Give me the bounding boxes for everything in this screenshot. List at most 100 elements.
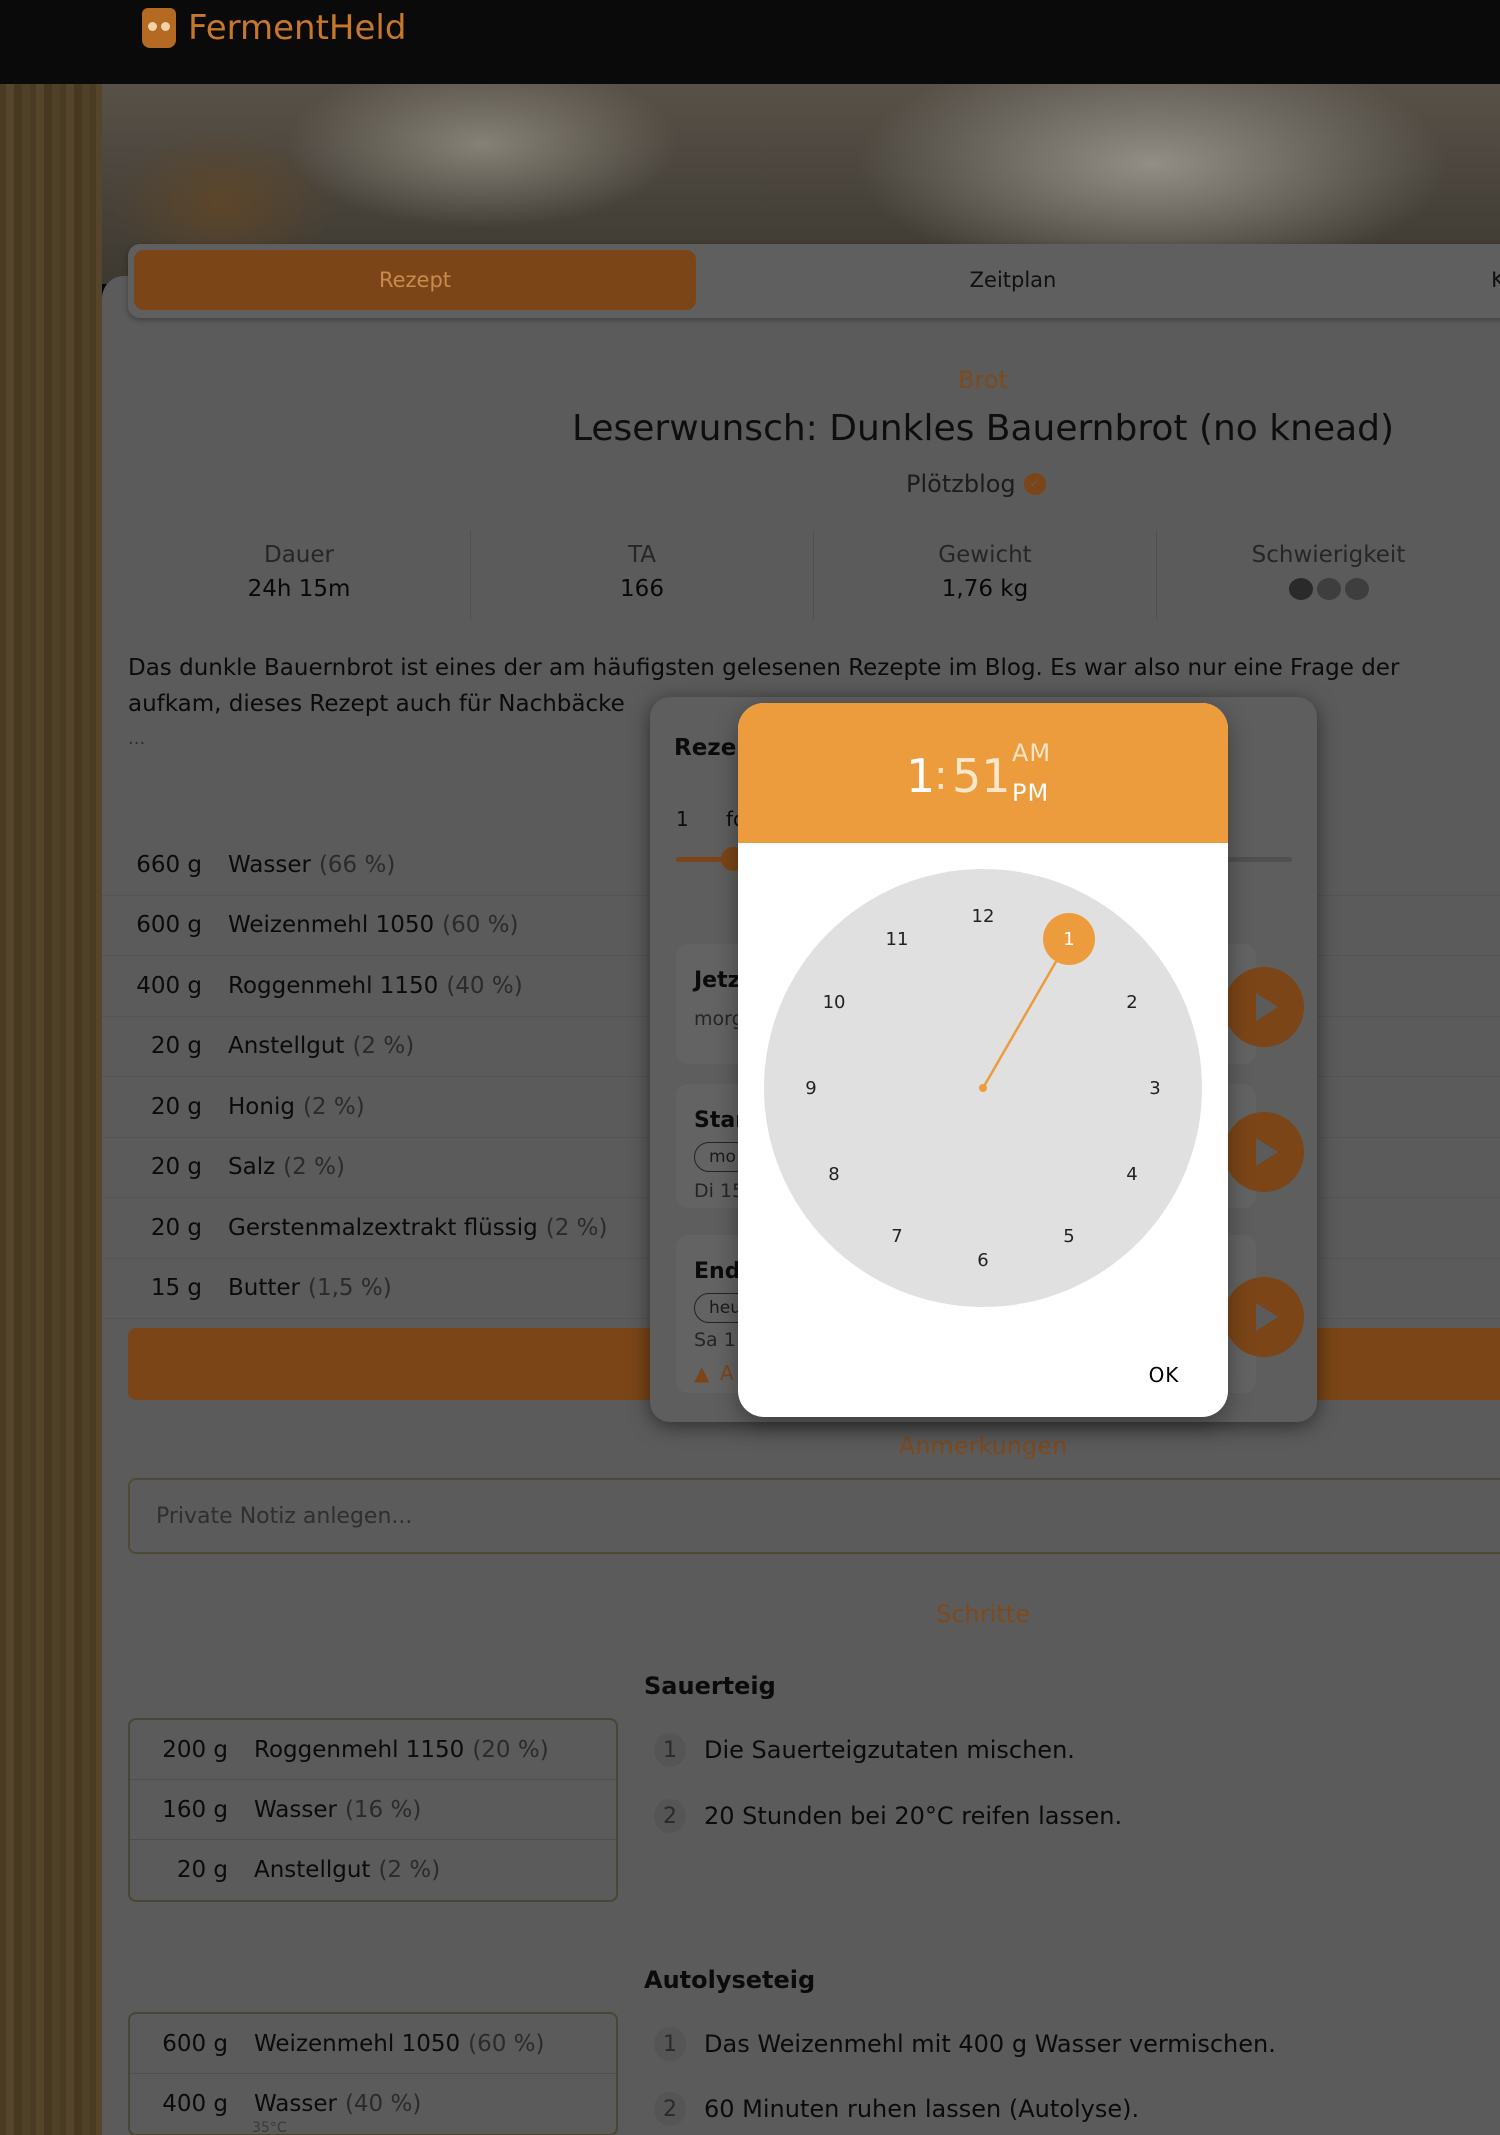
section-ingredient-row: 20 g Anstellgut (2 %) — [130, 1840, 616, 1900]
temperature-note: 35°C — [252, 2120, 287, 2135]
pm-toggle[interactable]: PM — [1012, 779, 1049, 807]
step-item: 1 Das Weizenmehl mit 400 g Wasser vermis… — [654, 2027, 1276, 2061]
ingredient-name: Honig — [228, 1093, 295, 1120]
ingredient-name: Butter — [228, 1275, 300, 1302]
minute-display[interactable]: 51 — [952, 749, 1011, 803]
ingredient-amount: 600 g — [162, 2030, 228, 2057]
section-title: Autolyseteig — [644, 1966, 816, 1994]
difficulty-rating — [1157, 578, 1500, 600]
recipe-title: Leserwunsch: Dunkles Bauernbrot (no knea… — [571, 408, 1395, 449]
author-name: Plötzblog — [906, 470, 1016, 498]
quantity-value: 1 — [676, 807, 689, 831]
step-number: 2 — [654, 1799, 686, 1833]
clock-hour-4[interactable]: 4 — [1112, 1154, 1152, 1194]
stat-label: Dauer — [264, 542, 334, 568]
ingredient-amount: 20 g — [150, 1093, 202, 1120]
clock-hour-2[interactable]: 2 — [1112, 982, 1152, 1022]
recipe-author[interactable]: Plötzblog ✓ — [906, 470, 1046, 498]
stat-value: 1,76 kg — [941, 576, 1029, 602]
play-button[interactable] — [1224, 1277, 1304, 1357]
ingredient-amount: 400 g — [162, 2091, 228, 2117]
recipe-category: Brot — [958, 366, 1008, 394]
ok-button[interactable]: OK — [1134, 1355, 1194, 1395]
ingredient-percentage: (1,5 %) — [308, 1275, 392, 1302]
croissant-icon — [1344, 578, 1369, 600]
ingredient-amount: 20 g — [150, 1214, 202, 1241]
section-ingredient-row: 200 g Roggenmehl 1150 (20 %) — [130, 1720, 616, 1780]
play-button[interactable] — [1224, 967, 1304, 1047]
ingredient-amount: 15 g — [150, 1275, 202, 1302]
clock-hour-3[interactable]: 3 — [1135, 1068, 1175, 1108]
ingredient-amount: 20 g — [176, 1857, 228, 1883]
step-text: 60 Minuten ruhen lassen (Autolyse). — [704, 2095, 1140, 2123]
stat-label: Gewicht — [938, 542, 1032, 568]
app-brand-name: FermentHeld — [188, 8, 407, 48]
clock-hour-1-selected[interactable]: 1 — [1043, 913, 1095, 966]
ingredient-name: Wasser — [254, 1796, 337, 1823]
ingredient-percentage: (40 %) — [344, 2091, 422, 2117]
tab-k[interactable]: K — [1478, 250, 1500, 310]
top-navigation-bar: FermentHeld — [0, 0, 1500, 84]
croissant-icon — [1316, 578, 1341, 600]
clock-hour-7[interactable]: 7 — [877, 1217, 917, 1257]
clock-hour-6[interactable]: 6 — [963, 1240, 1003, 1280]
tab-zeitplan[interactable]: Zeitplan — [828, 250, 1198, 310]
verified-badge-icon: ✓ — [1023, 473, 1046, 495]
section-ingredients: 200 g Roggenmehl 1150 (20 %) 160 g Wasser (16… — [128, 1718, 618, 1902]
clock-hour-8[interactable]: 8 — [814, 1154, 854, 1194]
ingredient-name: Salz — [228, 1154, 276, 1181]
app-logo[interactable]: FermentHeld — [142, 8, 406, 48]
section-ingredient-row: 160 g Wasser (16 %) — [130, 1780, 616, 1840]
stat-label: TA — [628, 542, 656, 568]
croissant-icon — [1288, 578, 1313, 600]
step-number: 1 — [654, 1733, 686, 1767]
ingredient-percentage: (2 %) — [352, 1033, 415, 1060]
clock-hour-9[interactable]: 9 — [791, 1068, 831, 1108]
ingredient-amount: 20 g — [150, 1154, 202, 1181]
step-number: 1 — [654, 2027, 686, 2061]
ingredient-amount: 20 g — [150, 1033, 202, 1060]
hour-display[interactable]: 1 — [906, 749, 935, 803]
ingredient-percentage: (66 %) — [318, 851, 396, 878]
section-ingredient-row: 400 g Wasser (40 %) — [130, 2074, 616, 2134]
clock-hour-10[interactable]: 10 — [814, 982, 854, 1022]
section-ingredient-row: 600 g Weizenmehl 1050 (60 %) — [130, 2014, 616, 2074]
section-ingredients: 600 g Weizenmehl 1050 (60 %) 400 g Wasser (40… — [128, 2012, 618, 2135]
ingredient-percentage: (2 %) — [283, 1154, 345, 1181]
ingredient-name: Roggenmehl 1150 — [228, 972, 439, 999]
ingredient-percentage: (2 %) — [378, 1857, 441, 1883]
clock-dial[interactable]: 12 2 3 4 5 6 7 8 9 10 11 1 — [764, 869, 1202, 1307]
stat-dauer: Dauer 24h 15m — [128, 530, 471, 620]
step-text: 20 Stunden bei 20°C reifen lassen. — [704, 1802, 1123, 1830]
step-number: 2 — [654, 2092, 686, 2126]
stat-ta: TA 166 — [471, 530, 814, 620]
section-title: Sauerteig — [644, 1672, 776, 1700]
option-subtext: morg — [694, 1008, 744, 1030]
recipe-tabs: Rezept Zeitplan K — [128, 244, 1500, 318]
option-subtext: Di 15 — [694, 1180, 745, 1202]
stat-gewicht: Gewicht 1,76 kg — [814, 530, 1157, 620]
ingredient-percentage: (16 %) — [344, 1796, 422, 1823]
step-text: Die Sauerteigzutaten mischen. — [704, 1736, 1075, 1764]
clock-hour-12[interactable]: 12 — [963, 896, 1003, 936]
ingredient-amount: 200 g — [162, 1736, 228, 1763]
description-more[interactable]: ... — [128, 728, 145, 749]
ingredient-name: Weizenmehl 1050 — [254, 2030, 461, 2057]
ingredient-name: Wasser — [228, 851, 311, 878]
clock-center-dot — [979, 1084, 987, 1092]
tab-rezept[interactable]: Rezept — [134, 250, 696, 310]
step-item: 2 60 Minuten ruhen lassen (Autolyse). — [654, 2092, 1139, 2126]
ingredient-percentage: (40 %) — [446, 972, 523, 999]
ingredient-name: Roggenmehl 1150 — [254, 1736, 465, 1763]
am-toggle[interactable]: AM — [1012, 739, 1051, 767]
private-note-input[interactable]: Private Notiz anlegen... — [128, 1478, 1500, 1554]
play-button[interactable] — [1224, 1112, 1304, 1192]
warning-text: A — [720, 1361, 734, 1385]
ingredient-percentage: (2 %) — [545, 1214, 608, 1241]
clock-hour-11[interactable]: 11 — [877, 919, 917, 959]
clock-hour-5[interactable]: 5 — [1049, 1217, 1089, 1257]
option-heading: End — [694, 1259, 741, 1284]
ingredient-name: Wasser — [254, 2091, 337, 2117]
stat-label: Schwierigkeit — [1251, 542, 1406, 568]
notes-heading: Anmerkungen — [898, 1432, 1068, 1460]
